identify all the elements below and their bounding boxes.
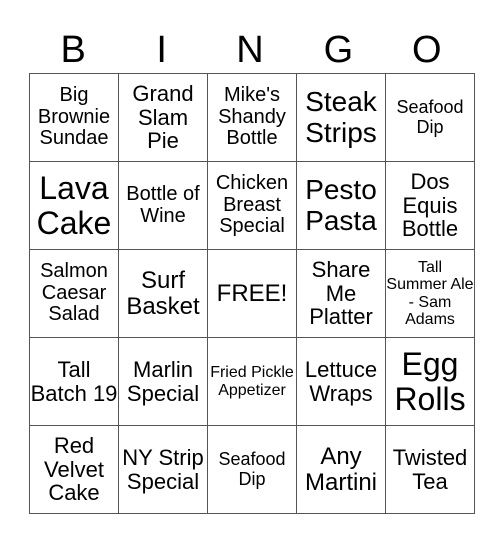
grid-row: Lava Cake Bottle of Wine Chicken Breast … (29, 161, 475, 250)
bingo-cell[interactable]: Red Velvet Cake (29, 425, 119, 514)
bingo-cell[interactable]: Lettuce Wraps (296, 337, 386, 426)
cell-label: Fried Pickle Appetizer (210, 364, 294, 399)
cell-label: Chicken Breast Special (215, 172, 289, 238)
bingo-cell[interactable]: Any Martini (296, 425, 386, 514)
cell-label: Mike's Shandy Bottle (218, 84, 286, 150)
bingo-cell[interactable]: Seafood Dip (385, 73, 475, 162)
cell-label: Tall Summer Ale - Sam Adams (386, 258, 474, 328)
free-space-label: FREE! (216, 279, 288, 307)
bingo-cell[interactable]: Tall Summer Ale - Sam Adams (385, 249, 475, 338)
bingo-cell[interactable]: Share Me Platter (296, 249, 386, 338)
cell-label: Lava Cake (36, 169, 112, 241)
bingo-grid: Big Brownie Sundae Grand Slam Pie Mike's… (29, 73, 475, 514)
free-space-cell[interactable]: FREE! (207, 249, 297, 338)
header-letter-i: I (156, 29, 167, 71)
cell-label: Marlin Special (126, 356, 200, 406)
grid-row: Salmon Caesar Salad Surf Basket FREE! Sh… (29, 249, 475, 338)
bingo-cell[interactable]: Pesto Pasta (296, 161, 386, 250)
cell-label: NY Strip Special (122, 444, 204, 494)
bingo-cell[interactable]: Fried Pickle Appetizer (207, 337, 297, 426)
cell-label: Share Me Platter (309, 256, 373, 330)
bingo-cell[interactable]: Lava Cake (29, 161, 119, 250)
bingo-cell[interactable]: Surf Basket (118, 249, 208, 338)
cell-label: Pesto Pasta (305, 174, 377, 236)
cell-label: Grand Slam Pie (132, 80, 194, 154)
header-letter-b: B (60, 29, 86, 71)
bingo-cell[interactable]: NY Strip Special (118, 425, 208, 514)
cell-label: Dos Equis Bottle (401, 168, 459, 242)
bingo-cell[interactable]: Marlin Special (118, 337, 208, 426)
bingo-cell[interactable]: Dos Equis Bottle (385, 161, 475, 250)
cell-label: Surf Basket (126, 266, 200, 320)
cell-label: Red Velvet Cake (44, 432, 104, 506)
header-letter-g: G (323, 29, 354, 71)
grid-row: Red Velvet Cake NY Strip Special Seafood… (29, 425, 475, 514)
bingo-cell[interactable]: Egg Rolls (385, 337, 475, 426)
bingo-cell[interactable]: Tall Batch 19 (29, 337, 119, 426)
bingo-cell[interactable]: Steak Strips (296, 73, 386, 162)
bingo-cell[interactable]: Bottle of Wine (118, 161, 208, 250)
cell-label: Twisted Tea (392, 444, 468, 494)
bingo-cell[interactable]: Grand Slam Pie (118, 73, 208, 162)
grid-row: Tall Batch 19 Marlin Special Fried Pickl… (29, 337, 475, 426)
bingo-cell[interactable]: Chicken Breast Special (207, 161, 297, 250)
cell-label: Big Brownie Sundae (37, 84, 111, 150)
cell-label: Seafood Dip (218, 449, 286, 489)
header-letter-o: O (412, 29, 442, 71)
cell-label: Seafood Dip (396, 97, 464, 137)
bingo-header: B I N G O (29, 28, 471, 73)
bingo-cell[interactable]: Seafood Dip (207, 425, 297, 514)
bingo-cell[interactable]: Twisted Tea (385, 425, 475, 514)
cell-label: Salmon Caesar Salad (40, 260, 108, 326)
cell-label: Steak Strips (305, 86, 377, 148)
grid-row: Big Brownie Sundae Grand Slam Pie Mike's… (29, 73, 475, 162)
bingo-cell[interactable]: Big Brownie Sundae (29, 73, 119, 162)
header-letter-n: N (236, 29, 264, 71)
cell-label: Lettuce Wraps (304, 356, 378, 406)
cell-label: Egg Rolls (394, 345, 466, 417)
bingo-cell[interactable]: Salmon Caesar Salad (29, 249, 119, 338)
bingo-cell[interactable]: Mike's Shandy Bottle (207, 73, 297, 162)
cell-label: Tall Batch 19 (30, 356, 118, 406)
cell-label: Any Martini (304, 442, 377, 496)
cell-label: Bottle of Wine (126, 182, 200, 227)
